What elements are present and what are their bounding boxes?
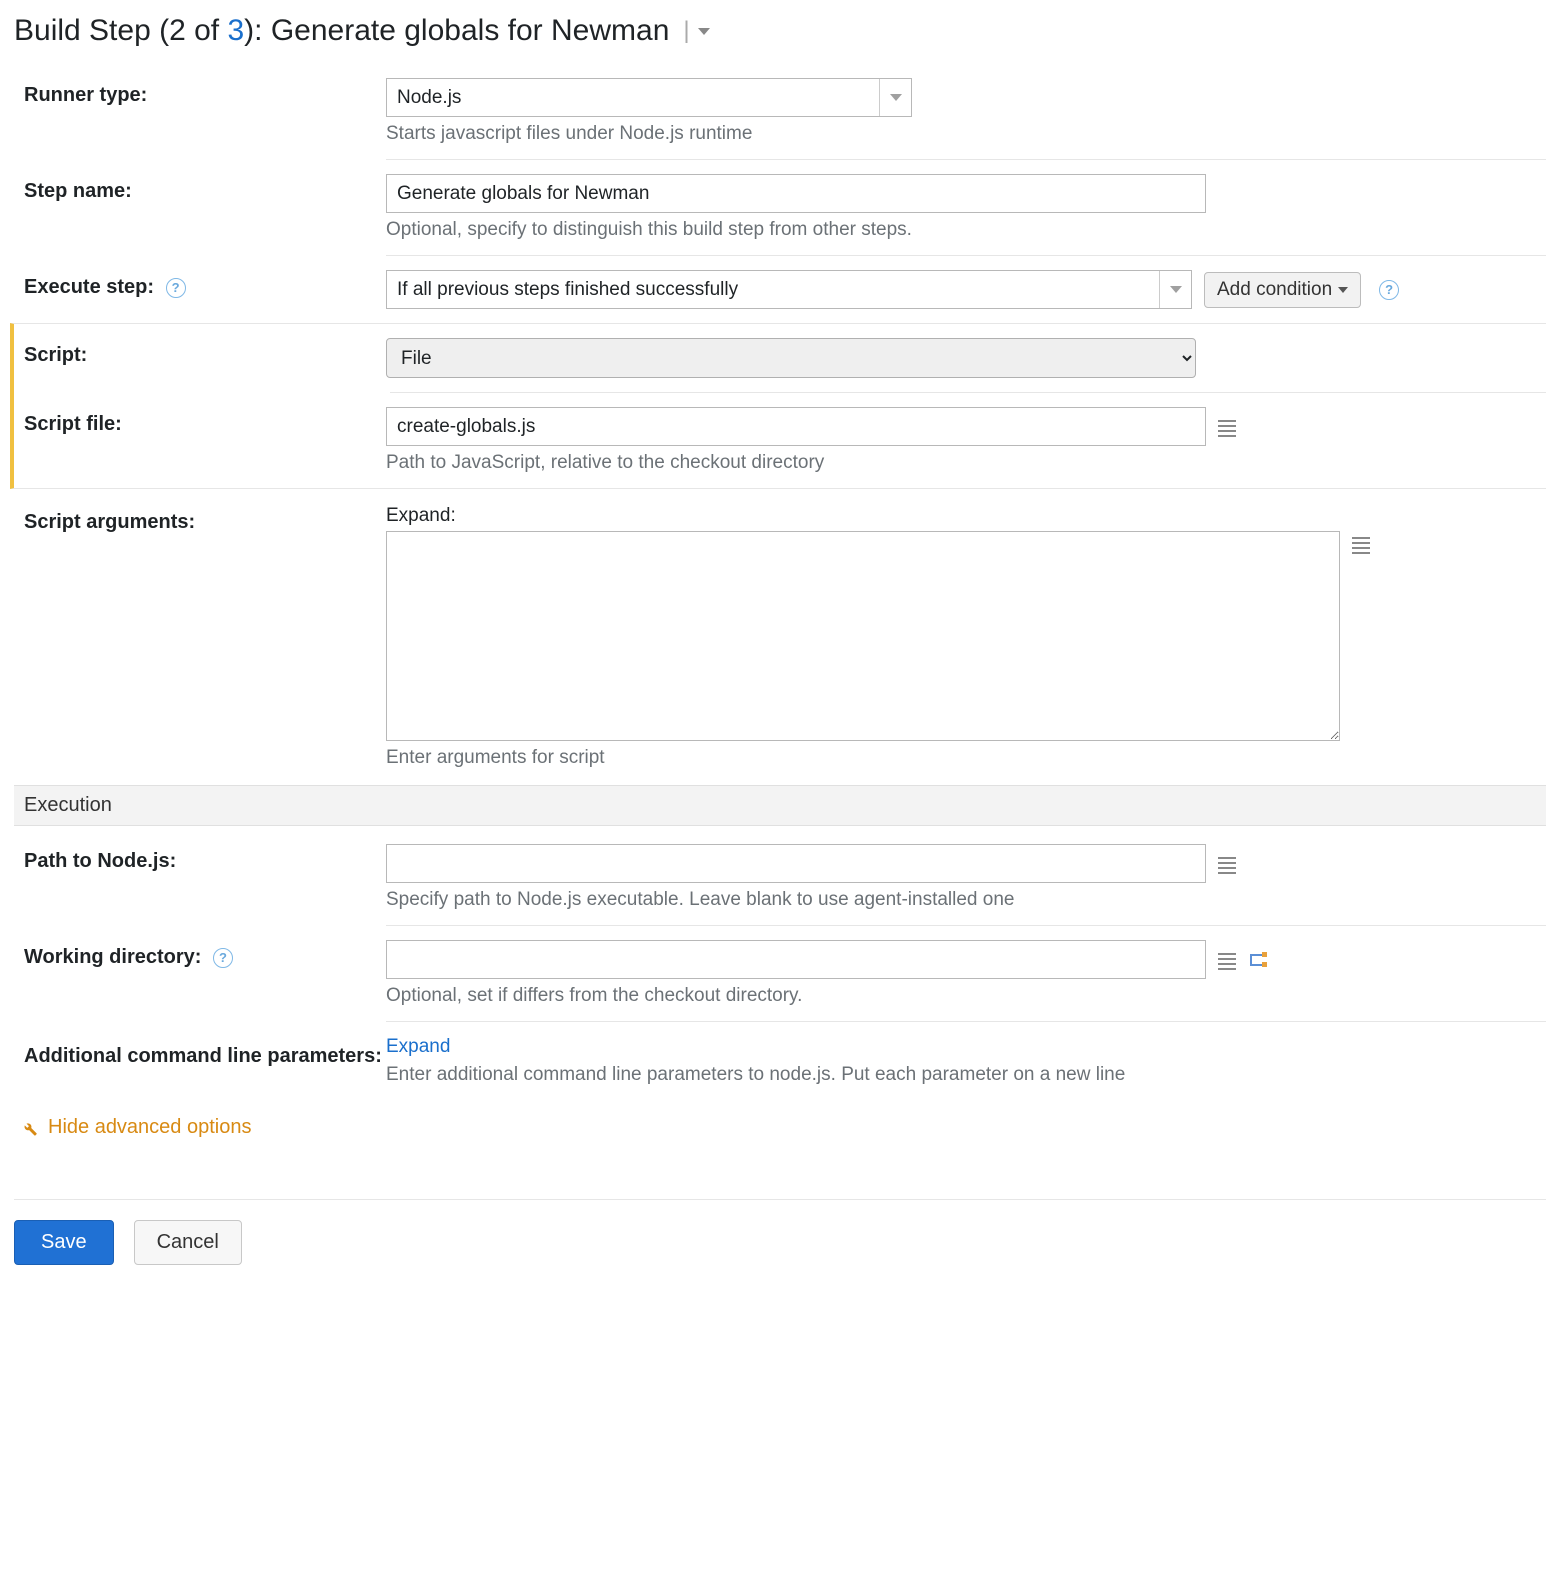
title-step-total-link[interactable]: 3	[227, 14, 244, 47]
help-icon[interactable]: ?	[1379, 280, 1399, 300]
chevron-down-icon	[1159, 271, 1191, 308]
path-to-nodejs-label: Path to Node.js:	[14, 844, 386, 873]
chevron-down-icon	[879, 79, 911, 116]
runner-type-help: Starts javascript files under Node.js ru…	[386, 123, 1546, 145]
script-arguments-label: Script arguments:	[14, 505, 386, 534]
save-button[interactable]: Save	[14, 1220, 114, 1265]
path-to-nodejs-input[interactable]	[386, 844, 1206, 883]
working-directory-label: Working directory: ?	[14, 940, 386, 969]
execute-step-value: If all previous steps finished successfu…	[387, 279, 1159, 301]
chevron-down-icon	[1338, 287, 1348, 293]
cancel-button[interactable]: Cancel	[134, 1220, 242, 1265]
list-icon[interactable]	[1218, 420, 1236, 434]
script-arguments-expand-label: Expand:	[386, 505, 1546, 527]
step-name-input[interactable]	[386, 174, 1206, 213]
script-arguments-input[interactable]	[386, 531, 1340, 741]
help-icon[interactable]: ?	[166, 278, 186, 298]
execute-step-label: Execute step: ?	[14, 270, 386, 299]
title-suffix: ): Generate globals for Newman	[244, 14, 669, 47]
working-directory-help: Optional, set if differs from the checko…	[386, 985, 1546, 1007]
additional-params-help: Enter additional command line parameters…	[386, 1064, 1546, 1086]
title-divider: |	[683, 17, 689, 45]
title-step-current: 2	[169, 14, 186, 47]
title-of: of	[186, 14, 228, 47]
tree-icon[interactable]	[1248, 951, 1268, 969]
script-file-help: Path to JavaScript, relative to the chec…	[386, 452, 1546, 474]
title-prefix: Build Step (	[14, 14, 169, 47]
script-file-input[interactable]	[386, 407, 1206, 446]
runner-type-label: Runner type:	[14, 78, 386, 107]
help-icon[interactable]: ?	[213, 948, 233, 968]
script-label: Script:	[14, 338, 386, 367]
add-condition-button[interactable]: Add condition	[1204, 272, 1361, 308]
working-directory-input[interactable]	[386, 940, 1206, 979]
list-icon[interactable]	[1218, 953, 1236, 967]
runner-type-select[interactable]: Node.js	[386, 78, 912, 117]
hide-advanced-options-toggle[interactable]: Hide advanced options	[20, 1116, 1546, 1139]
execution-section-header: Execution	[14, 785, 1546, 826]
script-arguments-help: Enter arguments for script	[386, 747, 1546, 769]
path-to-nodejs-help: Specify path to Node.js executable. Leav…	[386, 889, 1546, 911]
additional-params-label: Additional command line parameters:	[14, 1036, 386, 1070]
execute-step-select[interactable]: If all previous steps finished successfu…	[386, 270, 1192, 309]
additional-params-expand-link[interactable]: Expand	[386, 1036, 1546, 1058]
list-icon[interactable]	[1218, 857, 1236, 871]
step-name-help: Optional, specify to distinguish this bu…	[386, 219, 1546, 241]
script-select[interactable]: File	[386, 338, 1196, 378]
page-title: Build Step (2 of 3): Generate globals fo…	[14, 14, 1546, 48]
runner-type-value: Node.js	[387, 87, 879, 109]
script-file-label: Script file:	[14, 407, 386, 436]
chevron-down-icon[interactable]	[698, 28, 710, 35]
add-condition-label: Add condition	[1217, 279, 1332, 301]
step-name-label: Step name:	[14, 174, 386, 203]
list-icon[interactable]	[1352, 537, 1370, 551]
hide-advanced-options-label: Hide advanced options	[48, 1116, 251, 1139]
wrench-icon	[20, 1119, 38, 1137]
